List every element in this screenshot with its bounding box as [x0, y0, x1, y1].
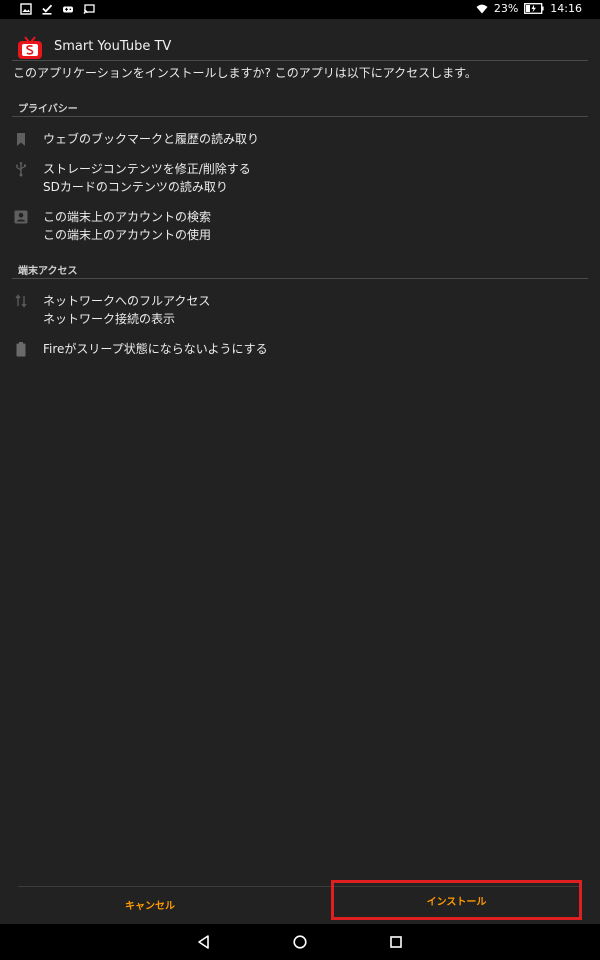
permission-text: ウェブのブックマークと履歴の読み取り — [43, 132, 260, 146]
section-title-privacy: プライバシー — [18, 104, 78, 115]
install-button[interactable]: インストール — [331, 880, 582, 920]
status-bar: 23% 14:16 — [0, 0, 600, 19]
permission-text: ネットワーク接続の表示 — [43, 312, 176, 326]
navigation-bar — [0, 924, 600, 960]
wifi-icon — [476, 3, 488, 15]
battery-icon — [13, 341, 29, 357]
permission-text: Fireがスリープ状態にならないようにする — [43, 342, 268, 356]
cast-icon — [83, 3, 95, 15]
permission-text: SDカードのコンテンツの読み取り — [43, 180, 228, 194]
cancel-button[interactable]: キャンセル — [0, 884, 300, 924]
permission-text: ストレージコンテンツを修正/削除する — [43, 162, 251, 176]
home-icon[interactable] — [292, 934, 308, 950]
bookmark-icon — [13, 131, 29, 147]
clock: 14:16 — [550, 2, 582, 15]
section-divider — [12, 116, 588, 117]
permission-text: この端末上のアカウントの使用 — [43, 228, 212, 242]
app-title: Smart YouTube TV — [54, 39, 172, 54]
game-controller-icon — [62, 3, 74, 15]
back-icon[interactable] — [196, 934, 212, 950]
image-icon — [20, 3, 32, 15]
status-left-icons — [20, 3, 95, 15]
download-done-icon — [41, 3, 53, 15]
usb-icon — [13, 161, 29, 177]
battery-percent: 23% — [493, 2, 519, 15]
section-title-device-access: 端末アクセス — [18, 266, 78, 277]
status-right-icons: 23% 14:16 — [476, 2, 582, 15]
recents-icon[interactable] — [388, 934, 404, 950]
permission-text: ネットワークへのフルアクセス — [43, 294, 211, 308]
install-question: このアプリケーションをインストールしますか? このアプリは以下にアクセスします。 — [13, 66, 477, 80]
account-icon — [13, 209, 29, 225]
section-divider — [12, 278, 588, 279]
smart-youtube-tv-logo — [17, 36, 43, 60]
app-header: Smart YouTube TV — [0, 34, 600, 60]
header-divider — [12, 60, 588, 61]
battery-charging-icon — [524, 3, 544, 14]
permission-text: この端末上のアカウントの検索 — [43, 210, 212, 224]
network-arrows-icon — [13, 293, 29, 309]
